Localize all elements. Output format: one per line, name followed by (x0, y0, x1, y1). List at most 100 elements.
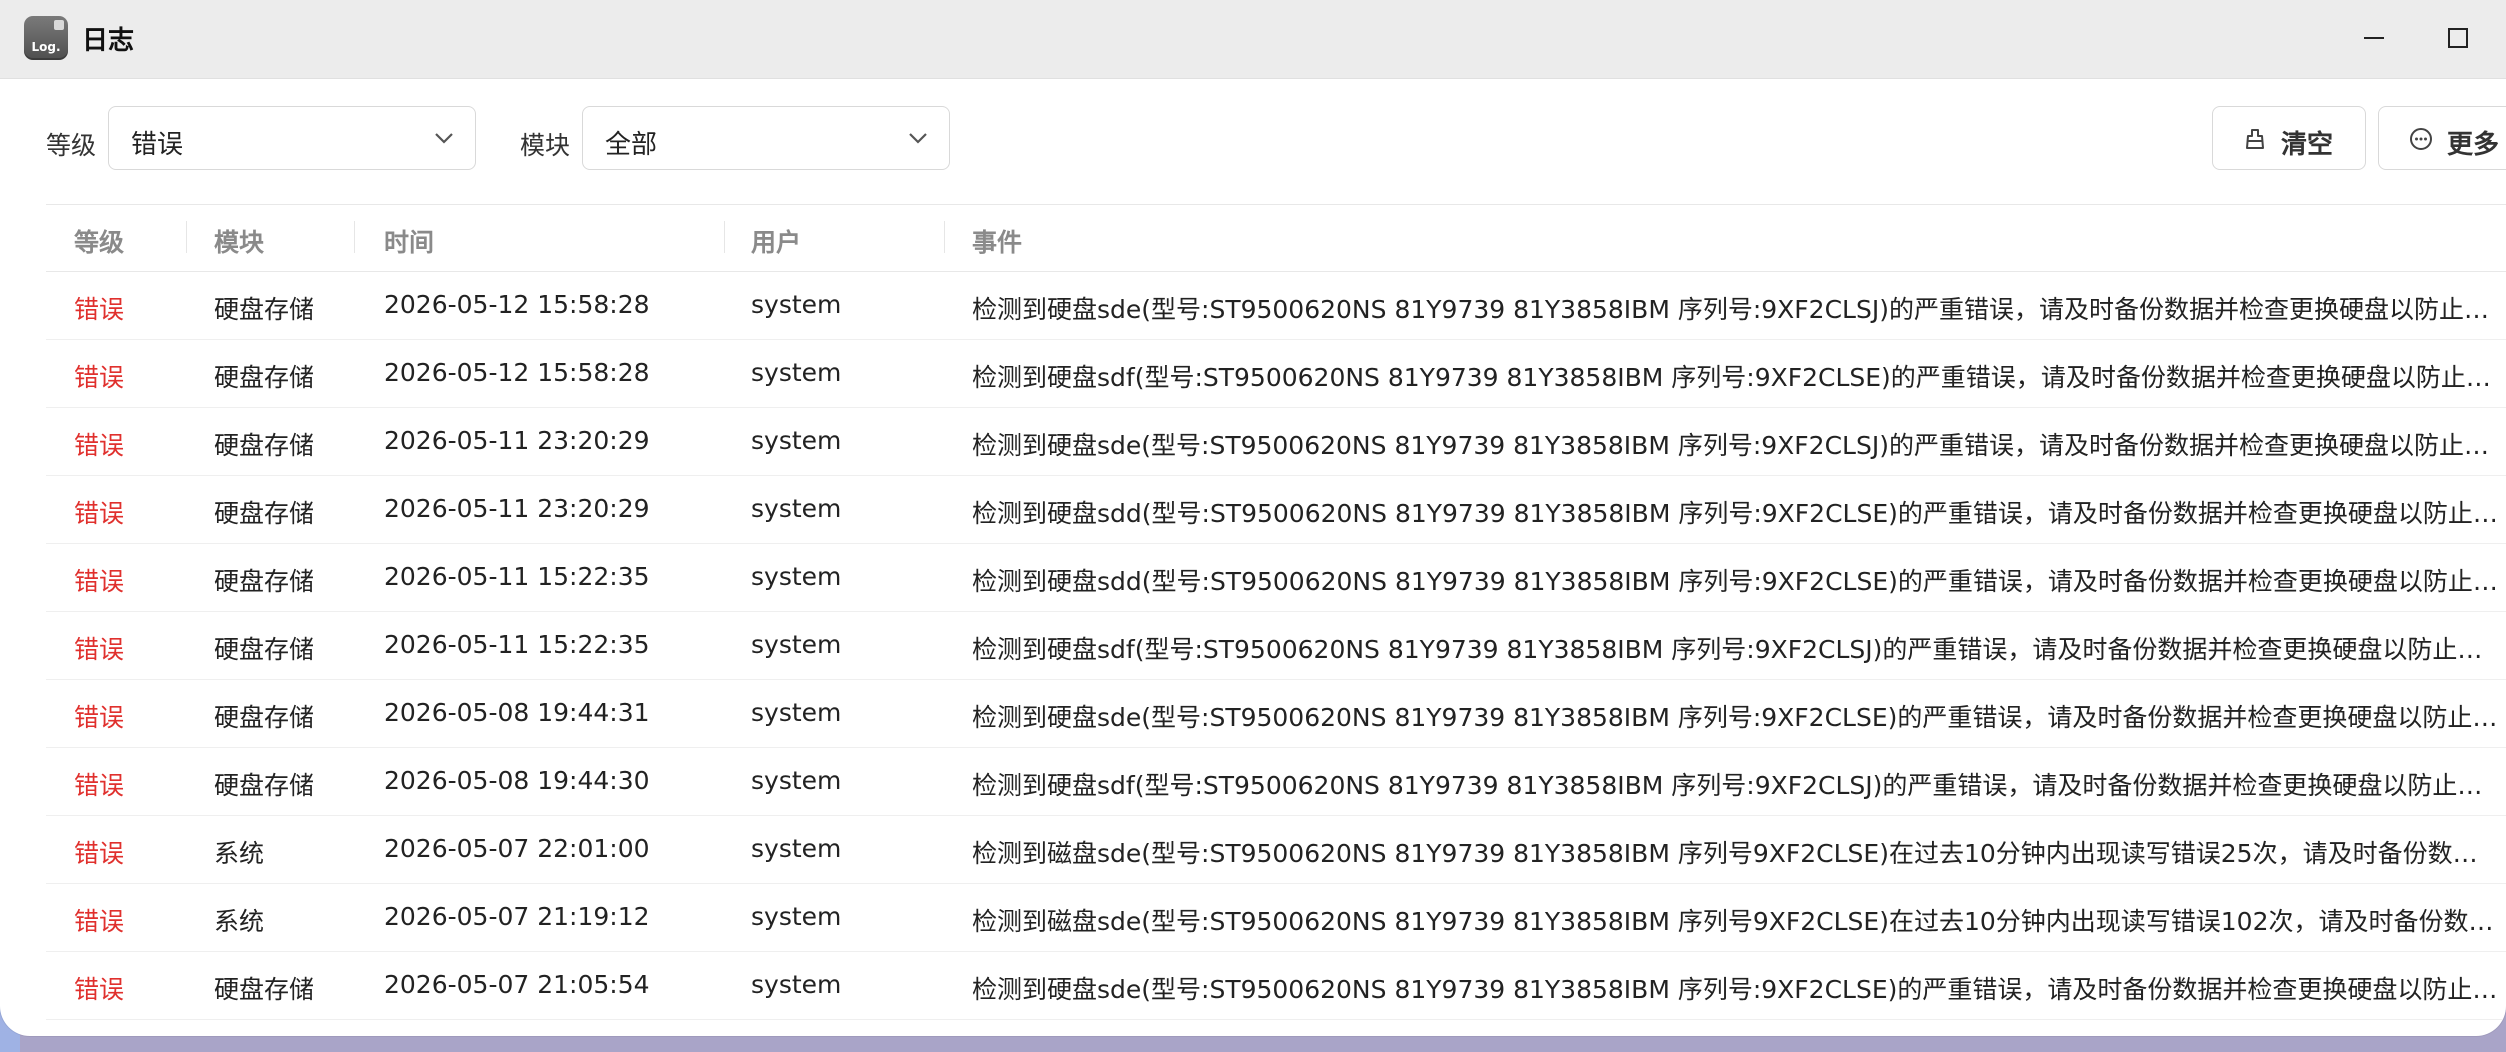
cell-time: 2026-05-12 15:58:28 (384, 358, 650, 387)
cell-event: 检测到硬盘sdf(型号:ST9500620NS 81Y9739 81Y3858I… (972, 363, 2502, 392)
more-icon (2410, 128, 2432, 150)
cell-level: 错误 (74, 703, 125, 732)
level-select-value: 错误 (131, 130, 184, 160)
cell-event: 检测到硬盘sde(型号:ST9500620NS 81Y9739 81Y3858I… (972, 703, 2502, 732)
table-row[interactable]: 错误 硬盘存储 2026-05-11 15:22:35 system 检测到硬盘sdd(… (46, 544, 2506, 612)
chevron-down-icon (435, 133, 453, 144)
table-row[interactable]: 错误 硬盘存储 2026-05-08 19:44:31 system 检测到硬盘sde(… (46, 680, 2506, 748)
app-icon-text: Log. (31, 40, 61, 54)
table-row[interactable]: 错误 系统 2026-05-07 22:01:00 system 检测到磁盘sde(型号… (46, 816, 2506, 884)
table-body: 错误 硬盘存储 2026-05-12 15:58:28 system 检测到硬盘sde(… (46, 272, 2506, 1020)
cell-time: 2026-05-07 21:05:54 (384, 970, 650, 999)
cell-module: 硬盘存储 (214, 363, 315, 392)
level-select[interactable]: 错误 (108, 106, 476, 170)
title-bar: Log. 日志 (0, 0, 2506, 79)
cell-level: 错误 (74, 567, 125, 596)
log-app-icon: Log. (24, 16, 68, 60)
cell-event: 检测到硬盘sdd(型号:ST9500620NS 81Y9739 81Y3858I… (972, 567, 2502, 596)
app-icon-corner (54, 20, 64, 30)
clear-button-label: 清空 (2281, 130, 2334, 160)
cell-time: 2026-05-11 15:22:35 (384, 630, 650, 659)
cell-user: system (751, 902, 842, 931)
cell-level: 错误 (74, 771, 125, 800)
column-header-event[interactable]: 事件 (972, 223, 1022, 259)
log-table: 等级 模块 时间 用户 事件 错误 硬盘存储 2026-05-12 15:58:28… (46, 204, 2506, 1020)
more-button-label: 更多 (2447, 130, 2500, 160)
cell-time: 2026-05-07 22:01:00 (384, 834, 650, 863)
cell-user: system (751, 426, 842, 455)
window-title: 日志 (82, 26, 135, 56)
table-row[interactable]: 错误 硬盘存储 2026-05-12 15:58:28 system 检测到硬盘sde(… (46, 272, 2506, 340)
cell-level: 错误 (74, 431, 125, 460)
column-divider (354, 221, 355, 253)
table-row[interactable]: 错误 硬盘存储 2026-05-08 19:44:30 system 检测到硬盘sdf(… (46, 748, 2506, 816)
cell-user: system (751, 834, 842, 863)
minimize-button[interactable] (2354, 18, 2394, 58)
cell-event: 检测到硬盘sde(型号:ST9500620NS 81Y9739 81Y3858I… (972, 431, 2502, 460)
cell-level: 错误 (74, 839, 125, 868)
cell-module: 系统 (214, 907, 265, 936)
cell-module: 硬盘存储 (214, 771, 315, 800)
column-divider (724, 221, 725, 253)
cell-module: 硬盘存储 (214, 975, 315, 1004)
level-filter-label: 等级 (46, 131, 97, 160)
cell-level: 错误 (74, 295, 125, 324)
cell-event: 检测到硬盘sde(型号:ST9500620NS 81Y9739 81Y3858I… (972, 975, 2502, 1004)
cell-user: system (751, 970, 842, 999)
cell-time: 2026-05-07 21:19:12 (384, 902, 650, 931)
cell-level: 错误 (74, 635, 125, 664)
cell-event: 检测到磁盘sde(型号:ST9500620NS 81Y9739 81Y3858I… (972, 839, 2502, 868)
cell-event: 检测到硬盘sdd(型号:ST9500620NS 81Y9739 81Y3858I… (972, 499, 2502, 528)
chevron-down-icon (909, 133, 927, 144)
cell-module: 硬盘存储 (214, 703, 315, 732)
clear-button[interactable]: 清空 (2212, 106, 2366, 170)
cell-event: 检测到硬盘sdf(型号:ST9500620NS 81Y9739 81Y3858I… (972, 635, 2502, 664)
column-header-module[interactable]: 模块 (214, 223, 264, 259)
cell-module: 系统 (214, 839, 265, 868)
maximize-icon (2448, 28, 2468, 48)
clear-icon (2246, 129, 2264, 149)
cell-time: 2026-05-12 15:58:28 (384, 290, 650, 319)
cell-user: system (751, 494, 842, 523)
module-select[interactable]: 全部 (582, 106, 950, 170)
cell-user: system (751, 562, 842, 591)
cell-module: 硬盘存储 (214, 295, 315, 324)
column-header-user[interactable]: 用户 (751, 223, 801, 259)
cell-level: 错误 (74, 363, 125, 392)
column-header-time[interactable]: 时间 (384, 223, 434, 259)
table-row[interactable]: 错误 硬盘存储 2026-05-12 15:58:28 system 检测到硬盘sdf(… (46, 340, 2506, 408)
minimize-icon (2364, 37, 2384, 39)
filter-bar: 等级 错误 模块 全部 清空 更多 (0, 106, 2506, 176)
cell-user: system (751, 290, 842, 319)
table-header: 等级 模块 时间 用户 事件 (46, 204, 2506, 272)
table-row[interactable]: 错误 硬盘存储 2026-05-11 23:20:29 system 检测到硬盘sde(… (46, 408, 2506, 476)
more-button[interactable]: 更多 (2378, 106, 2506, 170)
column-divider (944, 221, 945, 253)
module-filter-label: 模块 (520, 131, 571, 160)
table-row[interactable]: 错误 硬盘存储 2026-05-11 23:20:29 system 检测到硬盘sdd(… (46, 476, 2506, 544)
cell-level: 错误 (74, 499, 125, 528)
cell-level: 错误 (74, 907, 125, 936)
cell-event: 检测到硬盘sdf(型号:ST9500620NS 81Y9739 81Y3858I… (972, 771, 2502, 800)
cell-user: system (751, 698, 842, 727)
log-window: Log. 日志 等级 错误 模块 全部 清空 更多 等级 模块 时间 用户 事件… (0, 0, 2506, 1036)
cell-time: 2026-05-08 19:44:30 (384, 766, 650, 795)
cell-module: 硬盘存储 (214, 635, 315, 664)
module-select-value: 全部 (605, 130, 658, 160)
cell-event: 检测到硬盘sde(型号:ST9500620NS 81Y9739 81Y3858I… (972, 295, 2502, 324)
cell-level: 错误 (74, 975, 125, 1004)
column-header-level[interactable]: 等级 (74, 223, 124, 259)
cell-user: system (751, 630, 842, 659)
maximize-button[interactable] (2438, 18, 2478, 58)
cell-time: 2026-05-08 19:44:31 (384, 698, 650, 727)
column-divider (186, 221, 187, 253)
cell-time: 2026-05-11 23:20:29 (384, 494, 650, 523)
cell-event: 检测到磁盘sde(型号:ST9500620NS 81Y9739 81Y3858I… (972, 907, 2502, 936)
table-row[interactable]: 错误 硬盘存储 2026-05-11 15:22:35 system 检测到硬盘sdf(… (46, 612, 2506, 680)
cell-user: system (751, 358, 842, 387)
table-row[interactable]: 错误 硬盘存储 2026-05-07 21:05:54 system 检测到硬盘sde(… (46, 952, 2506, 1020)
table-row[interactable]: 错误 系统 2026-05-07 21:19:12 system 检测到磁盘sde(型号… (46, 884, 2506, 952)
cell-module: 硬盘存储 (214, 499, 315, 528)
cell-module: 硬盘存储 (214, 567, 315, 596)
cell-time: 2026-05-11 15:22:35 (384, 562, 650, 591)
